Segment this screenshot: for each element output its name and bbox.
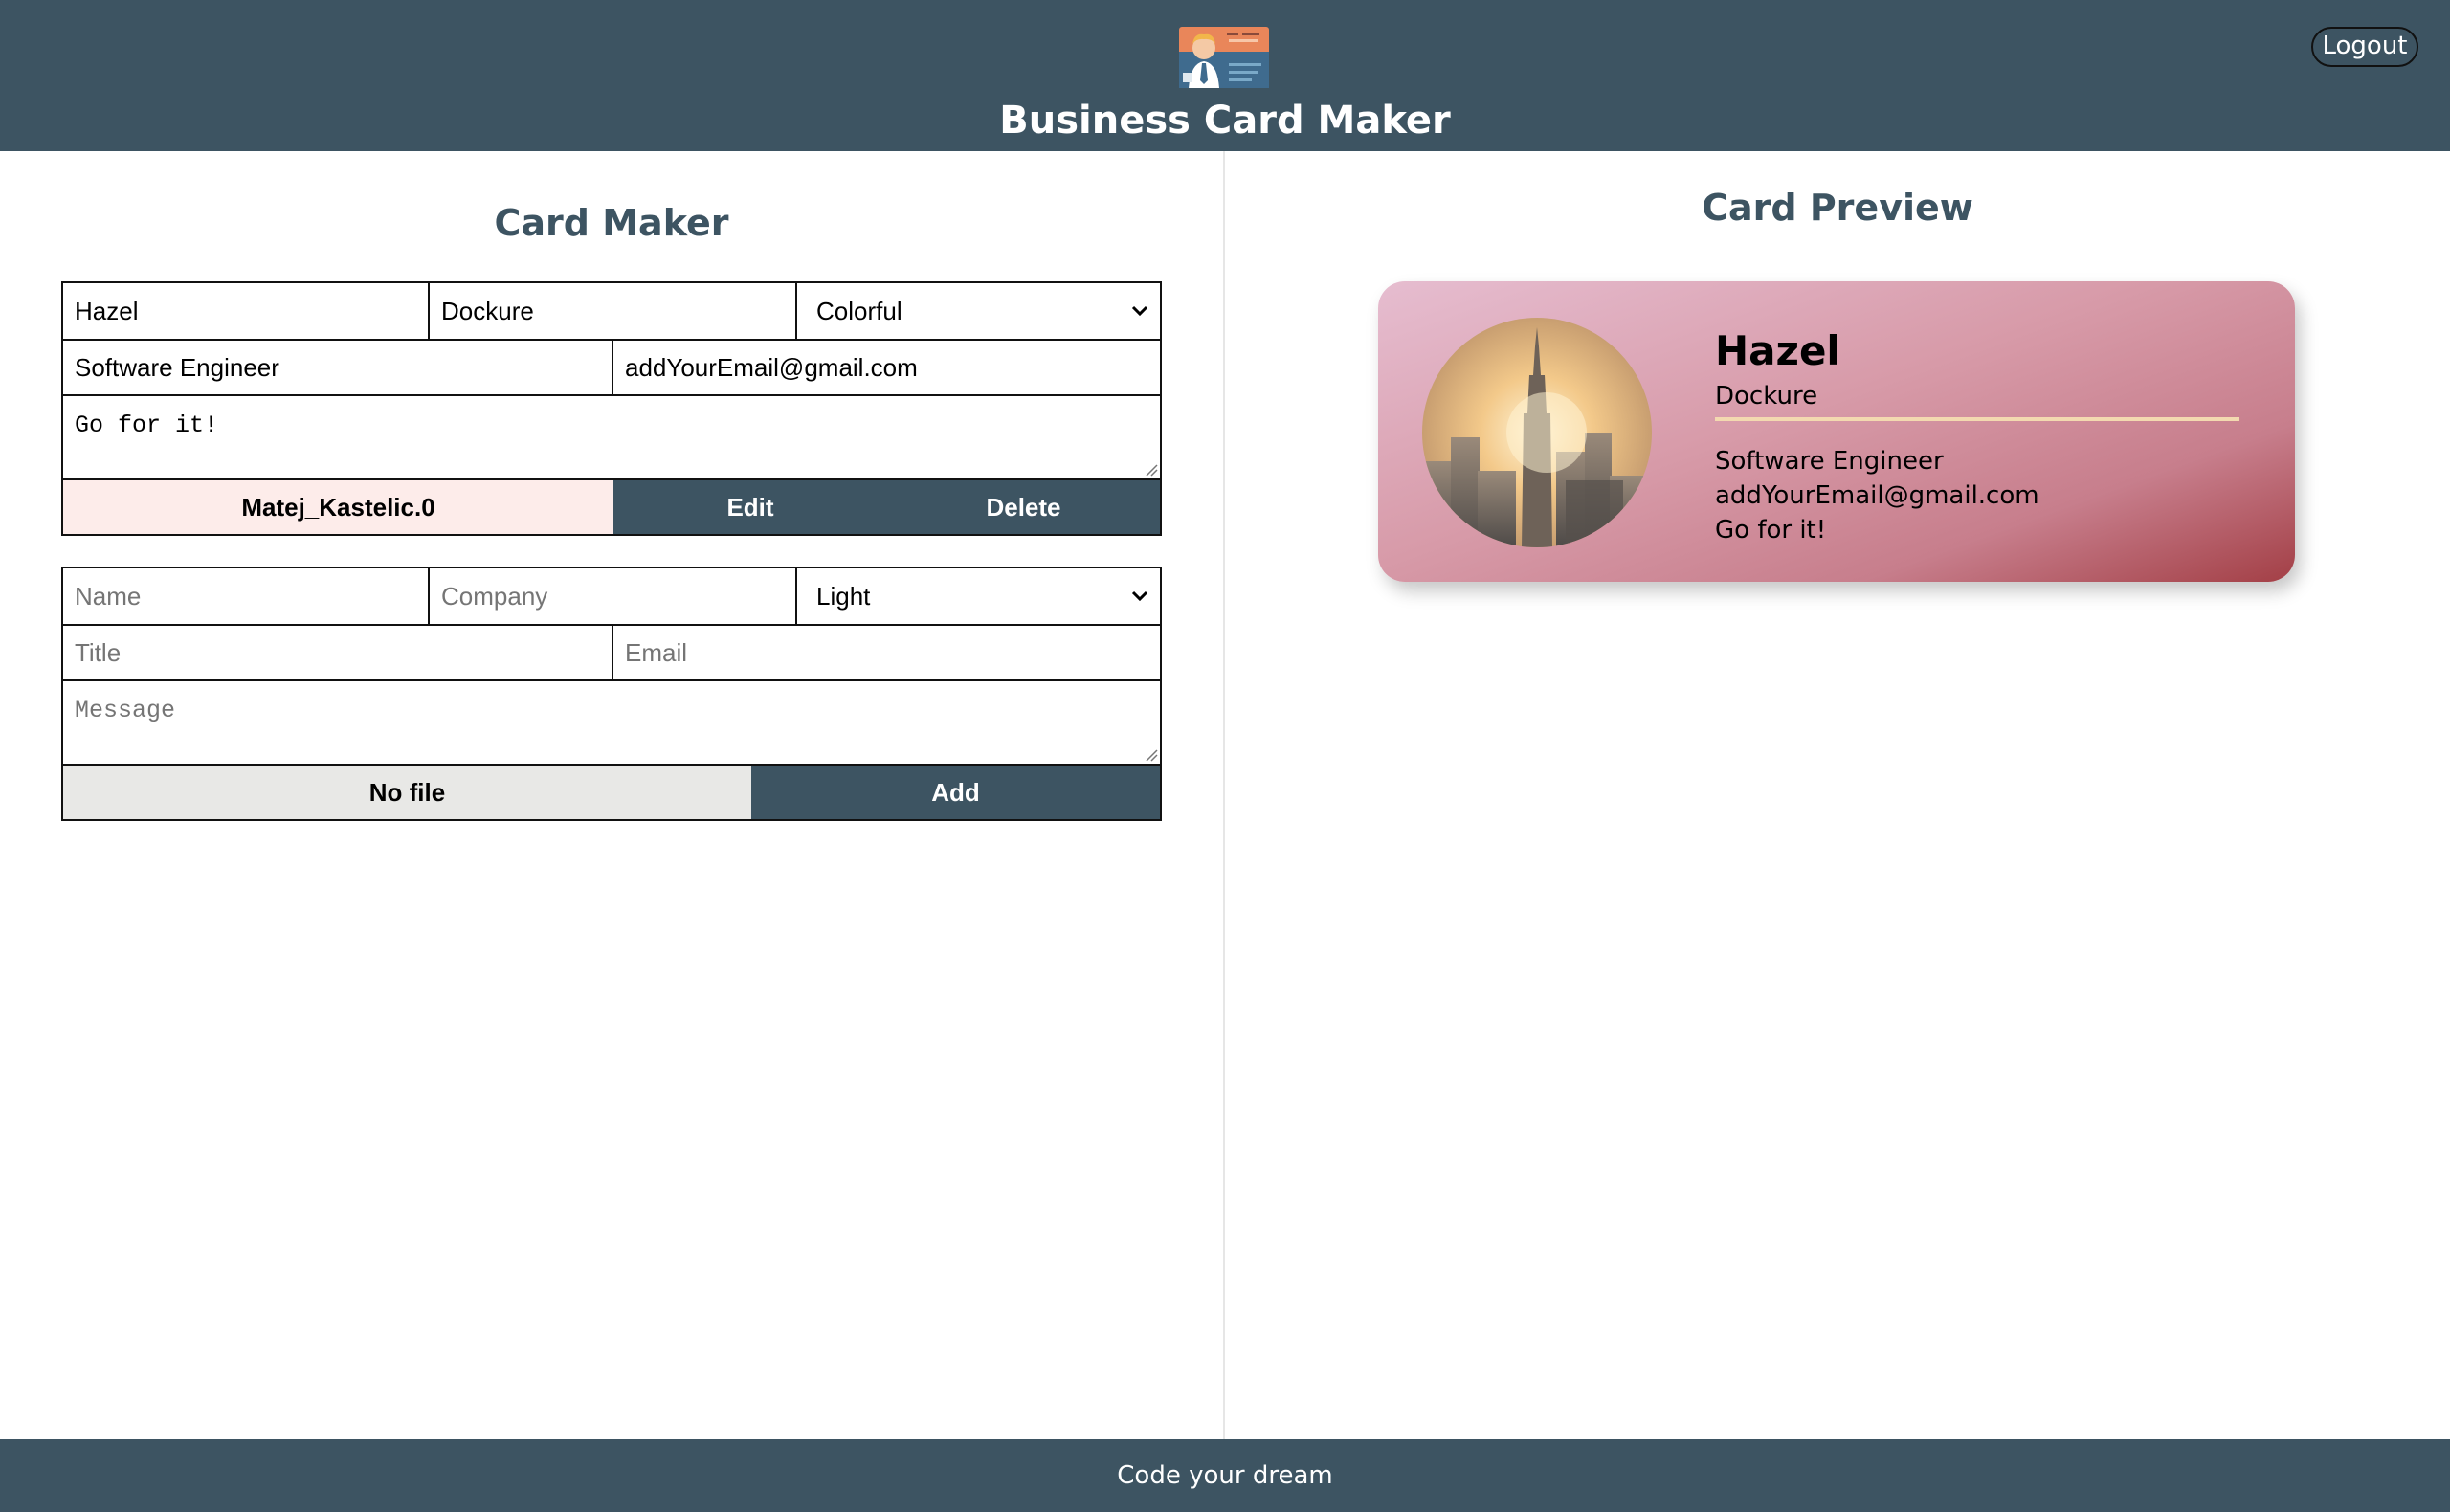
message-textarea[interactable]: Go for it! (63, 396, 1160, 480)
company-input[interactable]: Dockure (430, 283, 797, 341)
card-preview-title: Card Preview (1702, 187, 1973, 229)
new-message-textarea[interactable]: Message (63, 681, 1160, 766)
name-input[interactable]: Hazel (63, 283, 430, 341)
edit-button[interactable]: Edit (613, 480, 887, 534)
card-maker-title: Card Maker (494, 202, 729, 244)
app-footer: Code your dream (0, 1439, 2450, 1512)
add-button[interactable]: Add (751, 766, 1160, 819)
logout-button[interactable]: Logout (2311, 27, 2418, 67)
message-text: Go for it! (75, 411, 219, 439)
new-name-input[interactable]: Name (63, 568, 430, 626)
card-edit-form: Hazel Dockure Colorful Software Engineer… (61, 281, 1162, 536)
chevron-down-icon (1131, 305, 1148, 317)
business-card-preview: Hazel Dockure Software Engineer addYourE… (1378, 281, 2295, 582)
resize-handle-icon[interactable] (1145, 748, 1158, 762)
new-theme-select[interactable]: Light (797, 568, 1160, 626)
file-upload-button[interactable]: Matej_Kastelic.0 (63, 480, 613, 534)
main-content: Card Maker Hazel Dockure Colorful Softwa… (0, 151, 2450, 1439)
theme-select[interactable]: Colorful (797, 283, 1160, 341)
theme-select-value: Colorful (816, 296, 902, 325)
email-input[interactable]: addYourEmail@gmail.com (613, 341, 1160, 396)
delete-button[interactable]: Delete (887, 480, 1160, 534)
resize-handle-icon[interactable] (1145, 463, 1158, 477)
card-email: addYourEmail@gmail.com (1715, 481, 2039, 510)
new-email-input[interactable]: Email (613, 626, 1160, 681)
section-divider (1223, 151, 1225, 1439)
card-divider-line (1715, 417, 2239, 421)
card-add-form: Name Company Light Title Email Message N… (61, 567, 1162, 821)
new-company-input[interactable]: Company (430, 568, 797, 626)
new-message-placeholder: Message (75, 697, 176, 724)
new-title-input[interactable]: Title (63, 626, 613, 681)
title-input[interactable]: Software Engineer (63, 341, 613, 396)
app-title: Business Card Maker (999, 99, 1451, 143)
business-card-logo-icon (1179, 27, 1269, 88)
new-file-upload-button[interactable]: No file (63, 766, 751, 819)
chevron-down-icon (1131, 590, 1148, 602)
card-name: Hazel (1715, 327, 1840, 374)
card-title: Software Engineer (1715, 447, 1944, 476)
app-header: Business Card Maker Logout (0, 0, 2450, 151)
new-theme-select-value: Light (816, 581, 871, 611)
city-skyline-photo (1422, 318, 1652, 547)
card-message: Go for it! (1715, 516, 1827, 545)
card-company: Dockure (1715, 382, 1818, 411)
